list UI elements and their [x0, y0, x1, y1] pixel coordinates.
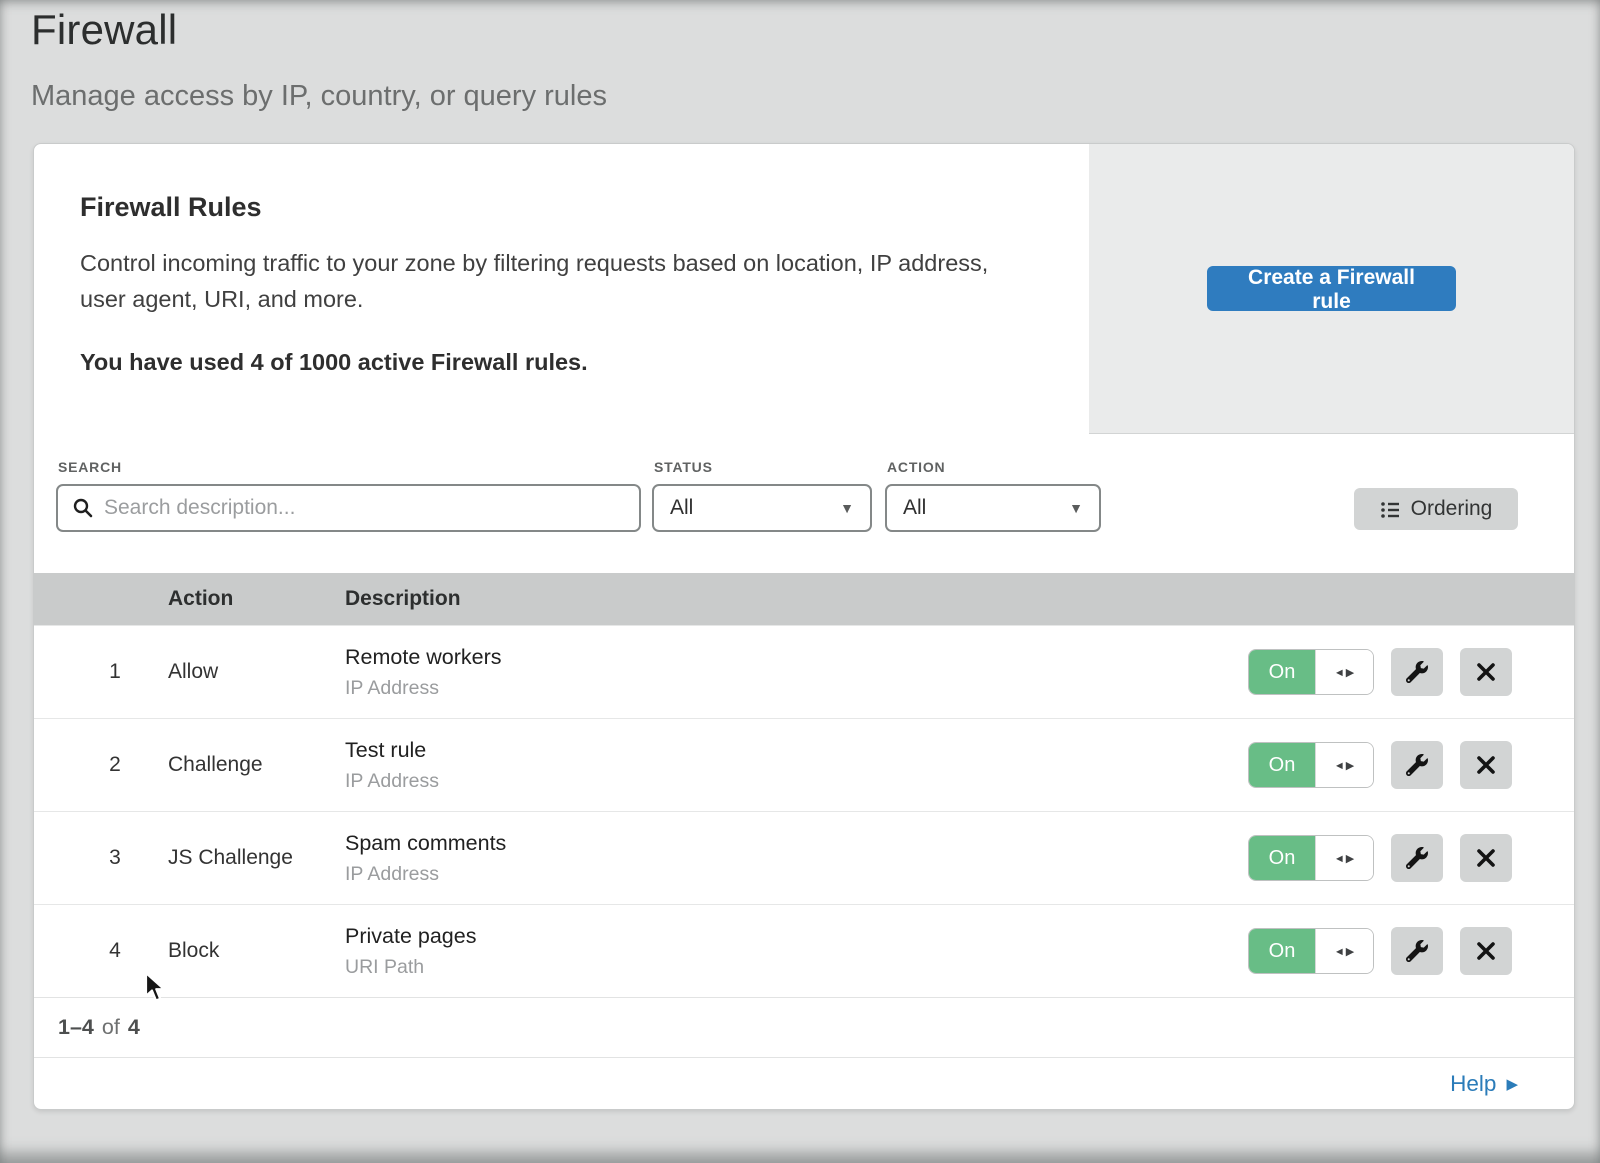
close-icon [1476, 848, 1496, 868]
pagination-of: of [102, 1015, 120, 1040]
rule-action: Allow [168, 660, 345, 684]
create-rule-panel: Create a Firewall rule [1089, 144, 1574, 434]
action-label: ACTION [887, 459, 945, 475]
table-row: 1 Allow Remote workers IP Address On ◄▶ [34, 625, 1574, 718]
search-label: SEARCH [58, 459, 122, 475]
close-icon [1476, 755, 1496, 775]
table-row: 2 Challenge Test rule IP Address On ◄▶ [34, 718, 1574, 811]
rule-match-type: IP Address [345, 863, 1248, 886]
wrench-icon [1406, 940, 1428, 962]
rule-match-type: URI Path [345, 956, 1248, 979]
usage-summary: You have used 4 of 1000 active Firewall … [80, 349, 1043, 376]
firewall-page: Firewall Manage access by IP, country, o… [0, 0, 1600, 1163]
wrench-icon [1406, 847, 1428, 869]
close-icon [1476, 941, 1496, 961]
status-select-value: All [670, 496, 693, 520]
rule-match-type: IP Address [345, 677, 1248, 700]
edit-rule-button[interactable] [1391, 741, 1443, 789]
search-input[interactable] [104, 496, 625, 520]
row-controls: On ◄▶ [1248, 834, 1574, 882]
rule-description-cell: Remote workers IP Address [345, 645, 1248, 700]
row-controls: On ◄▶ [1248, 741, 1574, 789]
status-select[interactable]: All ▼ [652, 484, 872, 532]
delete-rule-button[interactable] [1460, 834, 1512, 882]
toggle-on-label: On [1249, 650, 1315, 694]
rule-enabled-toggle[interactable]: On ◄▶ [1248, 928, 1374, 974]
help-link-label: Help [1450, 1071, 1496, 1097]
help-row: Help ▶ [34, 1057, 1574, 1109]
ordering-button-label: Ordering [1411, 497, 1493, 521]
toggle-on-label: On [1249, 836, 1315, 880]
pagination-range: 1–4 [58, 1015, 94, 1040]
filter-bar: SEARCH STATUS All ▼ ACTION All ▼ [34, 434, 1574, 573]
page-subtitle: Manage access by IP, country, or query r… [31, 80, 607, 113]
delete-rule-button[interactable] [1460, 648, 1512, 696]
rule-description-cell: Private pages URI Path [345, 924, 1248, 979]
edit-rule-button[interactable] [1391, 834, 1443, 882]
rule-enabled-toggle[interactable]: On ◄▶ [1248, 742, 1374, 788]
rule-priority: 2 [34, 753, 168, 777]
chevron-down-icon: ▼ [1069, 500, 1083, 516]
toggle-arrows-icon: ◄▶ [1315, 836, 1373, 880]
action-select-value: All [903, 496, 926, 520]
page-title: Firewall [31, 6, 607, 54]
status-label: STATUS [654, 459, 713, 475]
rule-priority: 1 [34, 660, 168, 684]
table-row: 3 JS Challenge Spam comments IP Address … [34, 811, 1574, 904]
delete-rule-button[interactable] [1460, 927, 1512, 975]
help-link[interactable]: Help ▶ [1450, 1071, 1518, 1097]
column-header-description: Description [345, 587, 1574, 611]
ordering-button[interactable]: Ordering [1354, 488, 1518, 530]
toggle-on-label: On [1249, 929, 1315, 973]
rule-action: Block [168, 939, 345, 963]
delete-rule-button[interactable] [1460, 741, 1512, 789]
card-heading: Firewall Rules [80, 192, 1043, 223]
edit-rule-button[interactable] [1391, 648, 1443, 696]
edit-rule-button[interactable] [1391, 927, 1443, 975]
toggle-arrows-icon: ◄▶ [1315, 650, 1373, 694]
rule-description: Spam comments [345, 831, 1248, 856]
rule-priority: 4 [34, 939, 168, 963]
arrow-right-icon: ▶ [1506, 1075, 1518, 1093]
rule-priority: 3 [34, 846, 168, 870]
rule-enabled-toggle[interactable]: On ◄▶ [1248, 649, 1374, 695]
column-header-action: Action [168, 587, 345, 611]
pagination-total: 4 [128, 1015, 140, 1040]
search-icon [72, 497, 94, 519]
card-description: Control incoming traffic to your zone by… [80, 245, 1040, 317]
table-row: 4 Block Private pages URI Path On ◄▶ [34, 904, 1574, 997]
toggle-arrows-icon: ◄▶ [1315, 743, 1373, 787]
row-controls: On ◄▶ [1248, 927, 1574, 975]
page-header: Firewall Manage access by IP, country, o… [31, 6, 607, 113]
toggle-on-label: On [1249, 743, 1315, 787]
rule-description: Test rule [345, 738, 1248, 763]
wrench-icon [1406, 661, 1428, 683]
rule-description: Remote workers [345, 645, 1248, 670]
rule-description: Private pages [345, 924, 1248, 949]
row-controls: On ◄▶ [1248, 648, 1574, 696]
pagination: 1–4 of 4 [34, 997, 1574, 1057]
rule-match-type: IP Address [345, 770, 1248, 793]
rule-action: JS Challenge [168, 846, 345, 870]
rule-action: Challenge [168, 753, 345, 777]
action-select[interactable]: All ▼ [885, 484, 1101, 532]
rule-description-cell: Test rule IP Address [345, 738, 1248, 793]
rule-description-cell: Spam comments IP Address [345, 831, 1248, 886]
create-firewall-rule-button[interactable]: Create a Firewall rule [1207, 266, 1456, 311]
table-header: Action Description [34, 573, 1574, 625]
list-ordering-icon [1380, 499, 1401, 520]
firewall-rules-card: Firewall Rules Control incoming traffic … [33, 143, 1575, 1110]
wrench-icon [1406, 754, 1428, 776]
card-top-section: Firewall Rules Control incoming traffic … [34, 144, 1574, 434]
close-icon [1476, 662, 1496, 682]
card-intro: Firewall Rules Control incoming traffic … [34, 144, 1089, 434]
search-box[interactable] [56, 484, 641, 532]
toggle-arrows-icon: ◄▶ [1315, 929, 1373, 973]
chevron-down-icon: ▼ [840, 500, 854, 516]
rule-enabled-toggle[interactable]: On ◄▶ [1248, 835, 1374, 881]
